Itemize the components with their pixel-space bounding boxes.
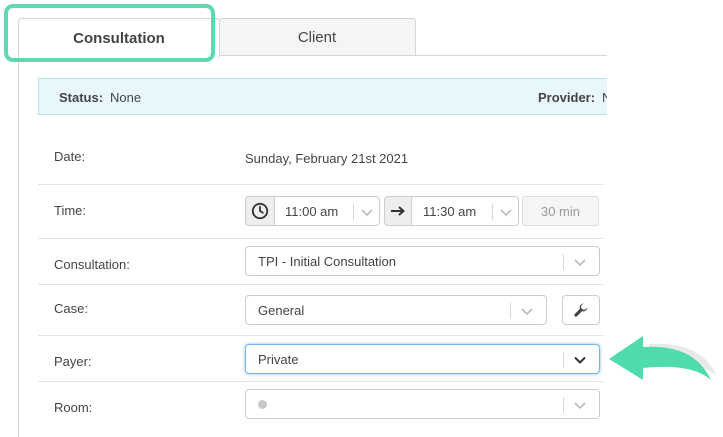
row-divider [38,335,603,336]
row-divider [38,284,603,285]
chevron-down-icon [574,356,586,364]
status-label: Status: [59,90,104,105]
end-time-select[interactable]: 11:30 am [411,196,519,226]
row-divider [38,381,603,382]
time-label: Time: [54,203,87,218]
provider-label: Provider: [538,90,596,105]
chevron-down-icon [361,209,373,217]
end-time-addon [384,196,412,226]
arrow-right-icon [391,206,406,216]
status-bar: Status: None Provider: N [38,78,607,115]
provider-value: N [602,90,607,105]
tab-consultation-label: Consultation [73,30,165,47]
select-separator [563,397,564,413]
consultation-value: TPI - Initial Consultation [258,254,397,269]
tab-client-label: Client [297,28,337,46]
chevron-down-icon [574,402,586,410]
payer-label: Payer: [54,354,92,369]
consultation-select[interactable]: TPI - Initial Consultation [245,246,600,276]
consultation-label: Consultation: [54,257,130,272]
date-label: Date: [54,149,86,164]
select-separator [563,352,564,368]
select-separator [492,204,493,220]
payer-select[interactable]: Private [245,344,600,374]
case-label: Case: [54,301,88,316]
select-separator [563,254,564,270]
payer-value: Private [258,352,299,367]
green-arrow-icon [609,336,717,380]
clock-icon [251,202,269,220]
wrench-icon [574,303,588,317]
panel-border [18,57,19,437]
tab-consultation[interactable]: Consultation [18,18,220,58]
select-separator [510,303,511,319]
status-value: None [110,90,142,105]
chevron-down-icon [500,209,512,217]
start-time-select[interactable]: 11:00 am [274,196,380,226]
tab-client[interactable]: Client [218,18,416,56]
case-select[interactable]: General [245,295,547,325]
date-value: Sunday, February 21st 2021 [245,151,409,166]
room-label: Room: [54,400,93,415]
case-value: General [258,303,305,318]
duration-value: 30 min [540,203,581,219]
room-select[interactable] [245,389,600,419]
row-divider [38,184,603,185]
chevron-down-icon [521,308,533,316]
start-time-addon [245,196,275,226]
tab-baseline [215,55,607,56]
row-divider [38,238,603,239]
duration-field[interactable]: 30 min [522,196,599,226]
select-separator [353,204,354,220]
room-placeholder-dot [258,400,267,409]
start-time-value: 11:00 am [285,204,339,219]
case-settings-button[interactable] [562,295,600,325]
chevron-down-icon [574,259,586,267]
end-time-value: 11:30 am [423,204,477,219]
